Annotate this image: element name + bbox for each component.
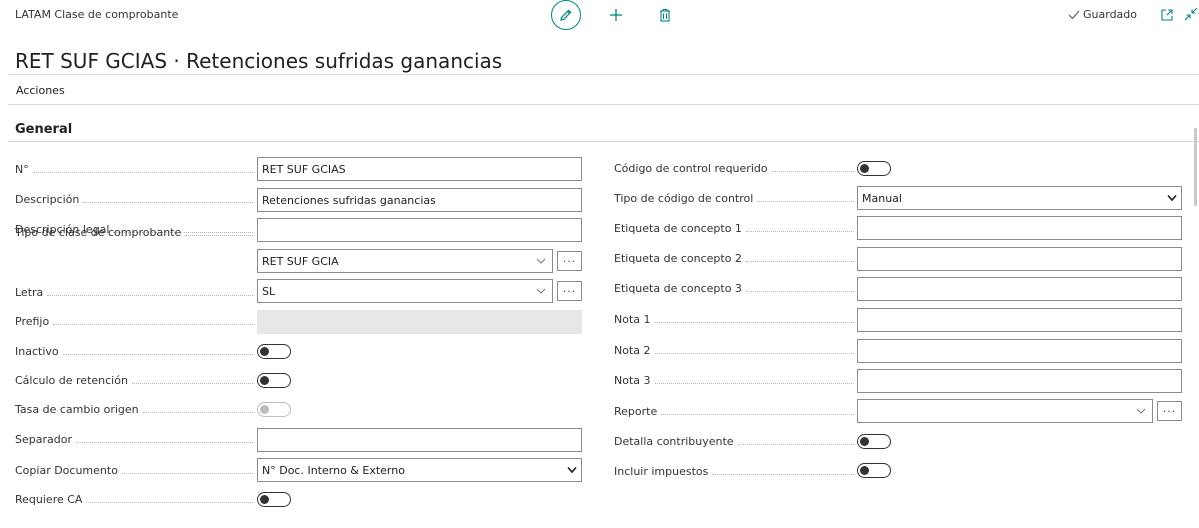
codigo-control-toggle[interactable] [857, 161, 891, 176]
field-label-nota-3: Nota 3 [614, 374, 854, 388]
field-label-reporte: Reporte [614, 405, 854, 419]
field-label-detalla-contribuyente: Detalla contribuyente [614, 435, 854, 449]
tipo-clase-lookup-button[interactable]: ··· [557, 251, 582, 271]
collapse-icon [1184, 7, 1198, 21]
field-label-tasa-cambio: Tasa de cambio origen [15, 403, 253, 417]
scrollbar-thumb[interactable] [1194, 128, 1197, 206]
collapse-button[interactable] [1183, 6, 1199, 22]
inactivo-toggle[interactable] [257, 344, 291, 359]
requiere-ca-toggle[interactable] [257, 492, 291, 507]
nota-3-input[interactable] [857, 369, 1182, 393]
etiqueta-concepto-2-input[interactable] [857, 247, 1182, 271]
check-icon [1068, 10, 1080, 19]
field-label-etiqueta-2: Etiqueta de concepto 2 [614, 252, 854, 266]
field-label-descripcion: Descripción [15, 193, 253, 207]
chevron-down-icon[interactable] [536, 287, 546, 295]
nota-1-input[interactable] [857, 308, 1182, 332]
page-title: RET SUF GCIAS · Retenciones sufridas gan… [15, 49, 503, 74]
save-status: Guardado [1068, 8, 1137, 21]
chevron-down-icon[interactable] [536, 257, 546, 265]
field-label-no: N° [15, 163, 253, 177]
trash-icon [660, 8, 670, 22]
copiar-documento-select[interactable]: N° Doc. Interno & Externo [257, 458, 582, 482]
field-label-etiqueta-1: Etiqueta de concepto 1 [614, 222, 854, 236]
ellipsis-icon: ··· [1162, 404, 1177, 418]
etiqueta-concepto-1-input[interactable] [857, 216, 1182, 240]
field-label-separador: Separador [15, 433, 253, 447]
pencil-icon [560, 9, 572, 21]
divider [8, 104, 1199, 105]
save-status-label: Guardado [1083, 8, 1138, 21]
field-label-calculo-retencion: Cálculo de retención [15, 374, 253, 388]
reporte-lookup-button[interactable]: ··· [1157, 401, 1182, 421]
descripcion-input[interactable]: Retenciones sufridas ganancias [257, 188, 582, 212]
chevron-down-icon[interactable] [1136, 407, 1146, 415]
descripcion-legal-input[interactable] [257, 218, 582, 242]
field-label-tipo-codigo: Tipo de código de control [614, 192, 854, 206]
field-label-incluir-impuestos: Incluir impuestos [614, 465, 854, 479]
detalla-contribuyente-toggle[interactable] [857, 434, 891, 449]
etiqueta-concepto-3-input[interactable] [857, 277, 1182, 301]
reporte-combo[interactable] [857, 399, 1153, 423]
edit-button[interactable] [551, 0, 581, 30]
ellipsis-icon: ··· [562, 254, 577, 268]
prefijo-input [257, 310, 582, 334]
top-bar: LATAM Clase de comprobante Guardado [0, 0, 1199, 30]
field-label-nota-1: Nota 1 [614, 313, 854, 327]
plus-icon [610, 9, 622, 21]
field-label-prefijo: Prefijo [15, 315, 253, 329]
incluir-impuestos-toggle[interactable] [857, 463, 891, 478]
no-input[interactable]: RET SUF GCIAS [257, 157, 582, 181]
open-in-new-window-icon [1161, 9, 1173, 21]
letra-combo[interactable]: SL [257, 279, 553, 303]
tipo-clase-comprobante-combo[interactable]: RET SUF GCIA [257, 249, 553, 273]
calculo-retencion-toggle[interactable] [257, 373, 291, 388]
field-label-requiere-ca: Requiere CA [15, 493, 253, 507]
field-label-copiar-documento: Copiar Documento [15, 464, 253, 478]
separador-input[interactable] [257, 428, 582, 452]
letra-lookup-button[interactable]: ··· [557, 281, 582, 301]
breadcrumb[interactable]: LATAM Clase de comprobante [15, 8, 178, 21]
field-label-codigo-control: Código de control requerido [614, 162, 854, 176]
chevron-down-icon[interactable] [567, 466, 577, 474]
tipo-codigo-control-select[interactable]: Manual [857, 186, 1182, 210]
divider [8, 141, 1199, 142]
field-label-etiqueta-3: Etiqueta de concepto 3 [614, 282, 854, 296]
nota-2-input[interactable] [857, 339, 1182, 363]
section-title-general[interactable]: General [15, 122, 72, 137]
field-label-nota-2: Nota 2 [614, 344, 854, 358]
field-label-tipo-clase-comprobante: Tipo de clase de comprobante [15, 226, 253, 240]
tasa-cambio-toggle [257, 402, 291, 417]
new-button[interactable] [605, 4, 627, 26]
field-label-letra: Letra [15, 286, 253, 300]
field-label-inactivo: Inactivo [15, 345, 253, 359]
ellipsis-icon: ··· [562, 284, 577, 298]
open-new-window-button[interactable] [1160, 7, 1174, 21]
actions-menu[interactable]: Acciones [16, 84, 65, 97]
divider [8, 74, 1199, 75]
delete-button[interactable] [655, 5, 675, 25]
chevron-down-icon[interactable] [1167, 194, 1177, 202]
